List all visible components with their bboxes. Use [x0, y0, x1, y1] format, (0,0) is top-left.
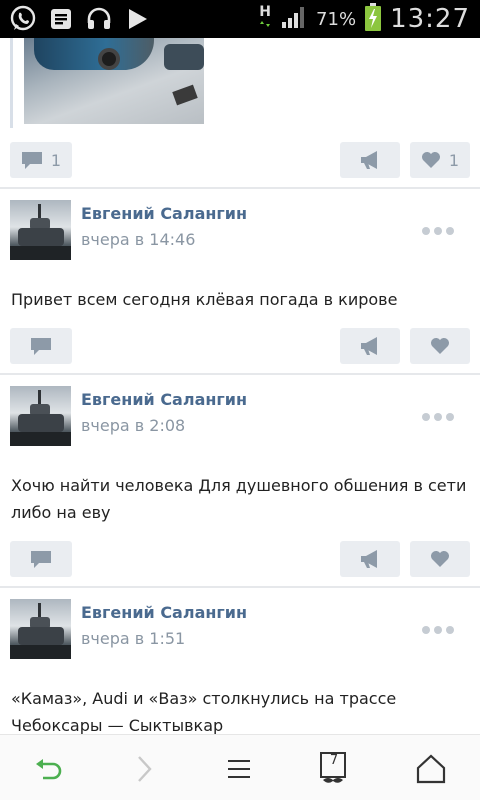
post-time: вчера в 2:08 [81, 416, 186, 435]
post-text: Привет всем сегодня клёвая погада в киро… [11, 290, 398, 309]
author-name[interactable]: Евгений Салангин [81, 603, 247, 622]
comment-count: 1 [50, 150, 62, 170]
forward-icon[interactable] [124, 749, 164, 789]
signal-icon [280, 5, 308, 33]
news-feed[interactable]: 1 1 Евгений Салангин вчера в 14:46 Приве… [0, 38, 480, 734]
repost-indicator-bar [10, 38, 13, 128]
back-icon[interactable] [28, 749, 68, 789]
clock: 13:27 [390, 4, 470, 34]
menu-icon[interactable] [219, 749, 259, 789]
status-bar: H 71% 13:27 [0, 0, 480, 38]
whatsapp-icon [8, 4, 38, 34]
avatar[interactable] [10, 200, 71, 260]
comment-icon [31, 551, 51, 568]
post-divider [0, 373, 480, 375]
megaphone-icon [361, 550, 377, 568]
battery-icon [364, 2, 382, 36]
battery-percent: 71% [316, 8, 357, 30]
messages-icon [46, 4, 76, 34]
like-button[interactable]: 1 [410, 142, 470, 178]
post-actions [10, 541, 470, 577]
share-button[interactable] [340, 142, 400, 178]
post-actions [10, 328, 470, 364]
tab-count: 7 [329, 753, 339, 768]
comment-button[interactable] [10, 328, 72, 364]
share-button[interactable] [340, 541, 400, 577]
more-options-icon[interactable] [422, 406, 454, 426]
play-icon [122, 4, 152, 34]
post-time: вчера в 1:51 [81, 629, 186, 648]
post-time: вчера в 14:46 [81, 230, 196, 249]
like-button[interactable] [410, 541, 470, 577]
comment-button[interactable] [10, 541, 72, 577]
post-photo[interactable] [24, 38, 204, 124]
more-options-icon[interactable] [422, 220, 454, 240]
megaphone-icon [361, 337, 377, 355]
heart-icon [431, 551, 449, 567]
like-button[interactable] [410, 328, 470, 364]
previous-post-photo-area [0, 38, 480, 134]
network-h-icon: H [258, 5, 272, 32]
more-options-icon[interactable] [422, 619, 454, 639]
post-text: Хочю найти человека Для душевного обшени… [11, 476, 467, 522]
comment-icon [21, 152, 42, 169]
headphones-icon [84, 4, 114, 34]
post-divider [0, 187, 480, 189]
comment-button[interactable]: 1 [10, 142, 72, 178]
avatar[interactable] [10, 386, 71, 446]
home-icon[interactable] [411, 749, 451, 789]
post-divider [0, 586, 480, 588]
avatar[interactable] [10, 599, 71, 659]
post-text: «Камаз», Audi и «Ваз» столкнулись на тра… [11, 689, 397, 734]
share-button[interactable] [340, 328, 400, 364]
app-screen: H 71% 13:27 1 1 Евгений Салангин вчера в… [0, 0, 480, 800]
comment-icon [31, 338, 51, 355]
author-name[interactable]: Евгений Салангин [81, 390, 247, 409]
post-actions: 1 1 [10, 142, 470, 178]
post-header: Евгений Салангин вчера в 14:46 [10, 200, 470, 262]
like-count: 1 [448, 150, 460, 170]
author-name[interactable]: Евгений Салангин [81, 204, 247, 223]
heart-icon [431, 338, 449, 354]
post-header: Евгений Салангин вчера в 2:08 [10, 386, 470, 448]
post-header: Евгений Салангин вчера в 1:51 [10, 599, 470, 661]
bottom-nav-bar: 7 [0, 734, 480, 800]
tabs-icon[interactable]: 7 [314, 749, 354, 789]
heart-icon [421, 152, 440, 168]
megaphone-icon [361, 151, 377, 169]
